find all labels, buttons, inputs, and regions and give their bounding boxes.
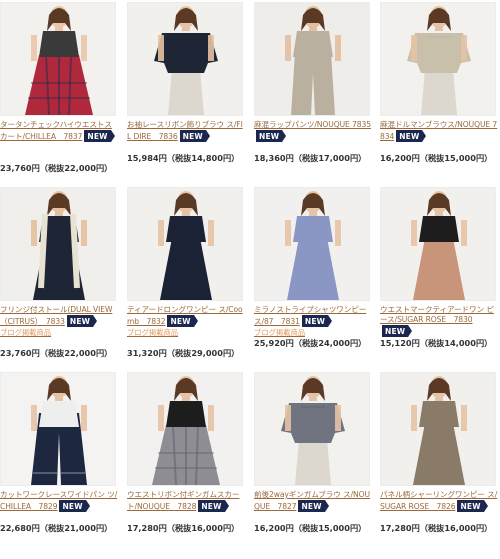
product-name-link[interactable]: 前後2wayギンガムブラウ ス/NOUQUE 7827 NEW xyxy=(254,490,372,512)
product-card[interactable]: フリンジ付ストール(DUAL VIEW（CITRUS） 7833 NEW ブログ掲載… xyxy=(0,187,116,369)
product-price: 17,280円（税抜16,000円） xyxy=(380,523,493,533)
product-name-link[interactable]: ミラノストライプシャツワンピー ス/87 7831 NEW ブログ掲載商品 xyxy=(254,305,372,338)
product-price: 15,120円（税抜14,000円） xyxy=(380,338,493,348)
new-badge: NEW xyxy=(396,130,427,142)
product-card[interactable]: カットワークレースワイドパン ツ/CHILLEA 7829 NEW 22,680円（… xyxy=(0,372,118,554)
product-name-link[interactable]: ウエストリボン付ギンガムスカー ト/NOUQUE 7828 NEW xyxy=(127,490,245,512)
product-photo[interactable] xyxy=(254,187,370,301)
blog-featured-label: ブログ掲載商品 xyxy=(254,328,306,337)
product-name-link[interactable]: 麻混ラップパンツ/NOUQUE 7835NEW xyxy=(254,120,372,142)
new-badge: NEW xyxy=(198,500,229,512)
new-badge: NEW xyxy=(256,130,287,142)
product-card[interactable]: 前後2wayギンガムブラウ ス/NOUQUE 7827 NEW 16,200円（税抜… xyxy=(254,372,370,554)
product-price: 15,984円（税抜14,800円） xyxy=(127,153,240,163)
product-price: 22,680円（税抜21,000円） xyxy=(0,523,113,533)
product-photo[interactable] xyxy=(380,2,496,116)
product-name-text[interactable]: ウエストマークティアードワン ピース/SUGAR ROSE 7830 xyxy=(380,305,494,324)
new-badge: NEW xyxy=(382,325,413,337)
blog-featured-label: ブログ掲載商品 xyxy=(0,328,52,337)
blog-featured-label: ブログ掲載商品 xyxy=(127,328,179,337)
product-photo[interactable] xyxy=(254,372,370,486)
product-card[interactable]: ウエストリボン付ギンガムスカー ト/NOUQUE 7828 NEW 17,280円（… xyxy=(127,372,243,554)
product-price: 23,760円（税抜22,000円） xyxy=(0,163,113,173)
product-card[interactable]: ウエストマークティアードワン ピース/SUGAR ROSE 7830NEW 15,… xyxy=(380,187,496,369)
product-photo[interactable] xyxy=(0,372,116,486)
product-photo[interactable] xyxy=(0,2,116,116)
product-card[interactable]: パネル柄シャーリングワンピー ス/SUGAR ROSE 7826 NEW 17,28… xyxy=(380,372,498,554)
product-price: 18,360円（税抜17,000円） xyxy=(254,153,367,163)
product-photo[interactable] xyxy=(254,2,370,116)
product-name-link[interactable]: ティアードロングワンピー ス/Coomb 7832 NEW ブログ掲載商品 xyxy=(127,305,245,338)
product-photo[interactable] xyxy=(380,372,496,486)
product-name-text[interactable]: 麻混ラップパンツ/NOUQUE 7835 xyxy=(254,120,371,129)
new-badge: NEW xyxy=(84,130,115,142)
product-grid: タータンチェックハイウエストス カート/CHILLEA 7837 NEW 23,76… xyxy=(0,0,500,559)
product-photo[interactable] xyxy=(127,187,243,301)
product-card[interactable]: お袖レースリボン飾りブラウ ス/FIL DIRE 7836 NEW 15,984円（… xyxy=(127,2,243,184)
new-badge: NEW xyxy=(301,315,333,327)
product-name-link[interactable]: お袖レースリボン飾りブラウ ス/FIL DIRE 7836 NEW xyxy=(127,120,245,142)
product-name-link[interactable]: 麻混ドルマンブラウス/NOUQUE 7834 NEW xyxy=(380,120,498,142)
product-photo[interactable] xyxy=(380,187,496,301)
new-badge: NEW xyxy=(298,500,330,512)
product-name-link[interactable]: カットワークレースワイドパン ツ/CHILLEA 7829 NEW xyxy=(0,490,118,512)
product-price: 16,200円（税抜15,000円） xyxy=(254,523,367,533)
product-card[interactable]: 麻混ドルマンブラウス/NOUQUE 7834 NEW 16,200円（税抜15,00… xyxy=(380,2,498,184)
product-price: 16,200円（税抜15,000円） xyxy=(380,153,493,163)
product-photo[interactable] xyxy=(127,372,243,486)
product-name-link[interactable]: パネル柄シャーリングワンピー ス/SUGAR ROSE 7826 NEW xyxy=(380,490,498,512)
product-card[interactable]: 麻混ラップパンツ/NOUQUE 7835NEW 18,360円（税抜17,000円… xyxy=(254,2,372,184)
product-name-link[interactable]: タータンチェックハイウエストス カート/CHILLEA 7837 NEW xyxy=(0,120,118,142)
product-price: 31,320円（税抜29,000円） xyxy=(127,348,240,358)
product-price: 17,280円（税抜16,000円） xyxy=(127,523,240,533)
new-badge: NEW xyxy=(179,130,211,142)
product-card[interactable]: タータンチェックハイウエストス カート/CHILLEA 7837 NEW 23,76… xyxy=(0,2,116,184)
product-card[interactable]: ティアードロングワンピー ス/Coomb 7832 NEW ブログ掲載商品 31,32… xyxy=(127,187,243,369)
product-photo[interactable] xyxy=(0,187,116,301)
new-badge: NEW xyxy=(59,500,91,512)
product-price: 23,760円（税抜22,000円） xyxy=(0,348,113,358)
product-name-link[interactable]: フリンジ付ストール(DUAL VIEW（CITRUS） 7833 NEW ブログ掲載… xyxy=(0,305,118,338)
product-price: 25,920円（税抜24,000円） xyxy=(254,338,367,348)
product-card[interactable]: ミラノストライプシャツワンピー ス/87 7831 NEW ブログ掲載商品 25,92… xyxy=(254,187,370,369)
new-badge: NEW xyxy=(66,315,98,327)
product-name-link[interactable]: ウエストマークティアードワン ピース/SUGAR ROSE 7830NEW xyxy=(380,305,498,337)
new-badge: NEW xyxy=(457,500,489,512)
product-photo[interactable] xyxy=(127,2,243,116)
new-badge: NEW xyxy=(167,315,199,327)
